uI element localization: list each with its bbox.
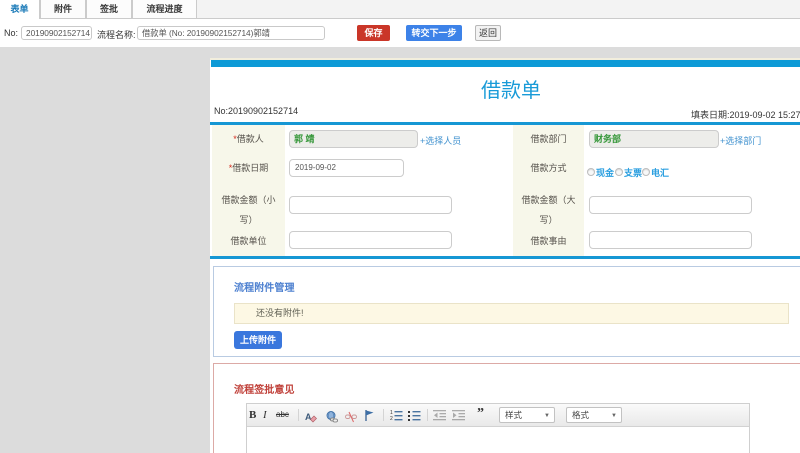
svg-text:2: 2 bbox=[390, 416, 393, 422]
svg-text:A: A bbox=[305, 412, 312, 422]
